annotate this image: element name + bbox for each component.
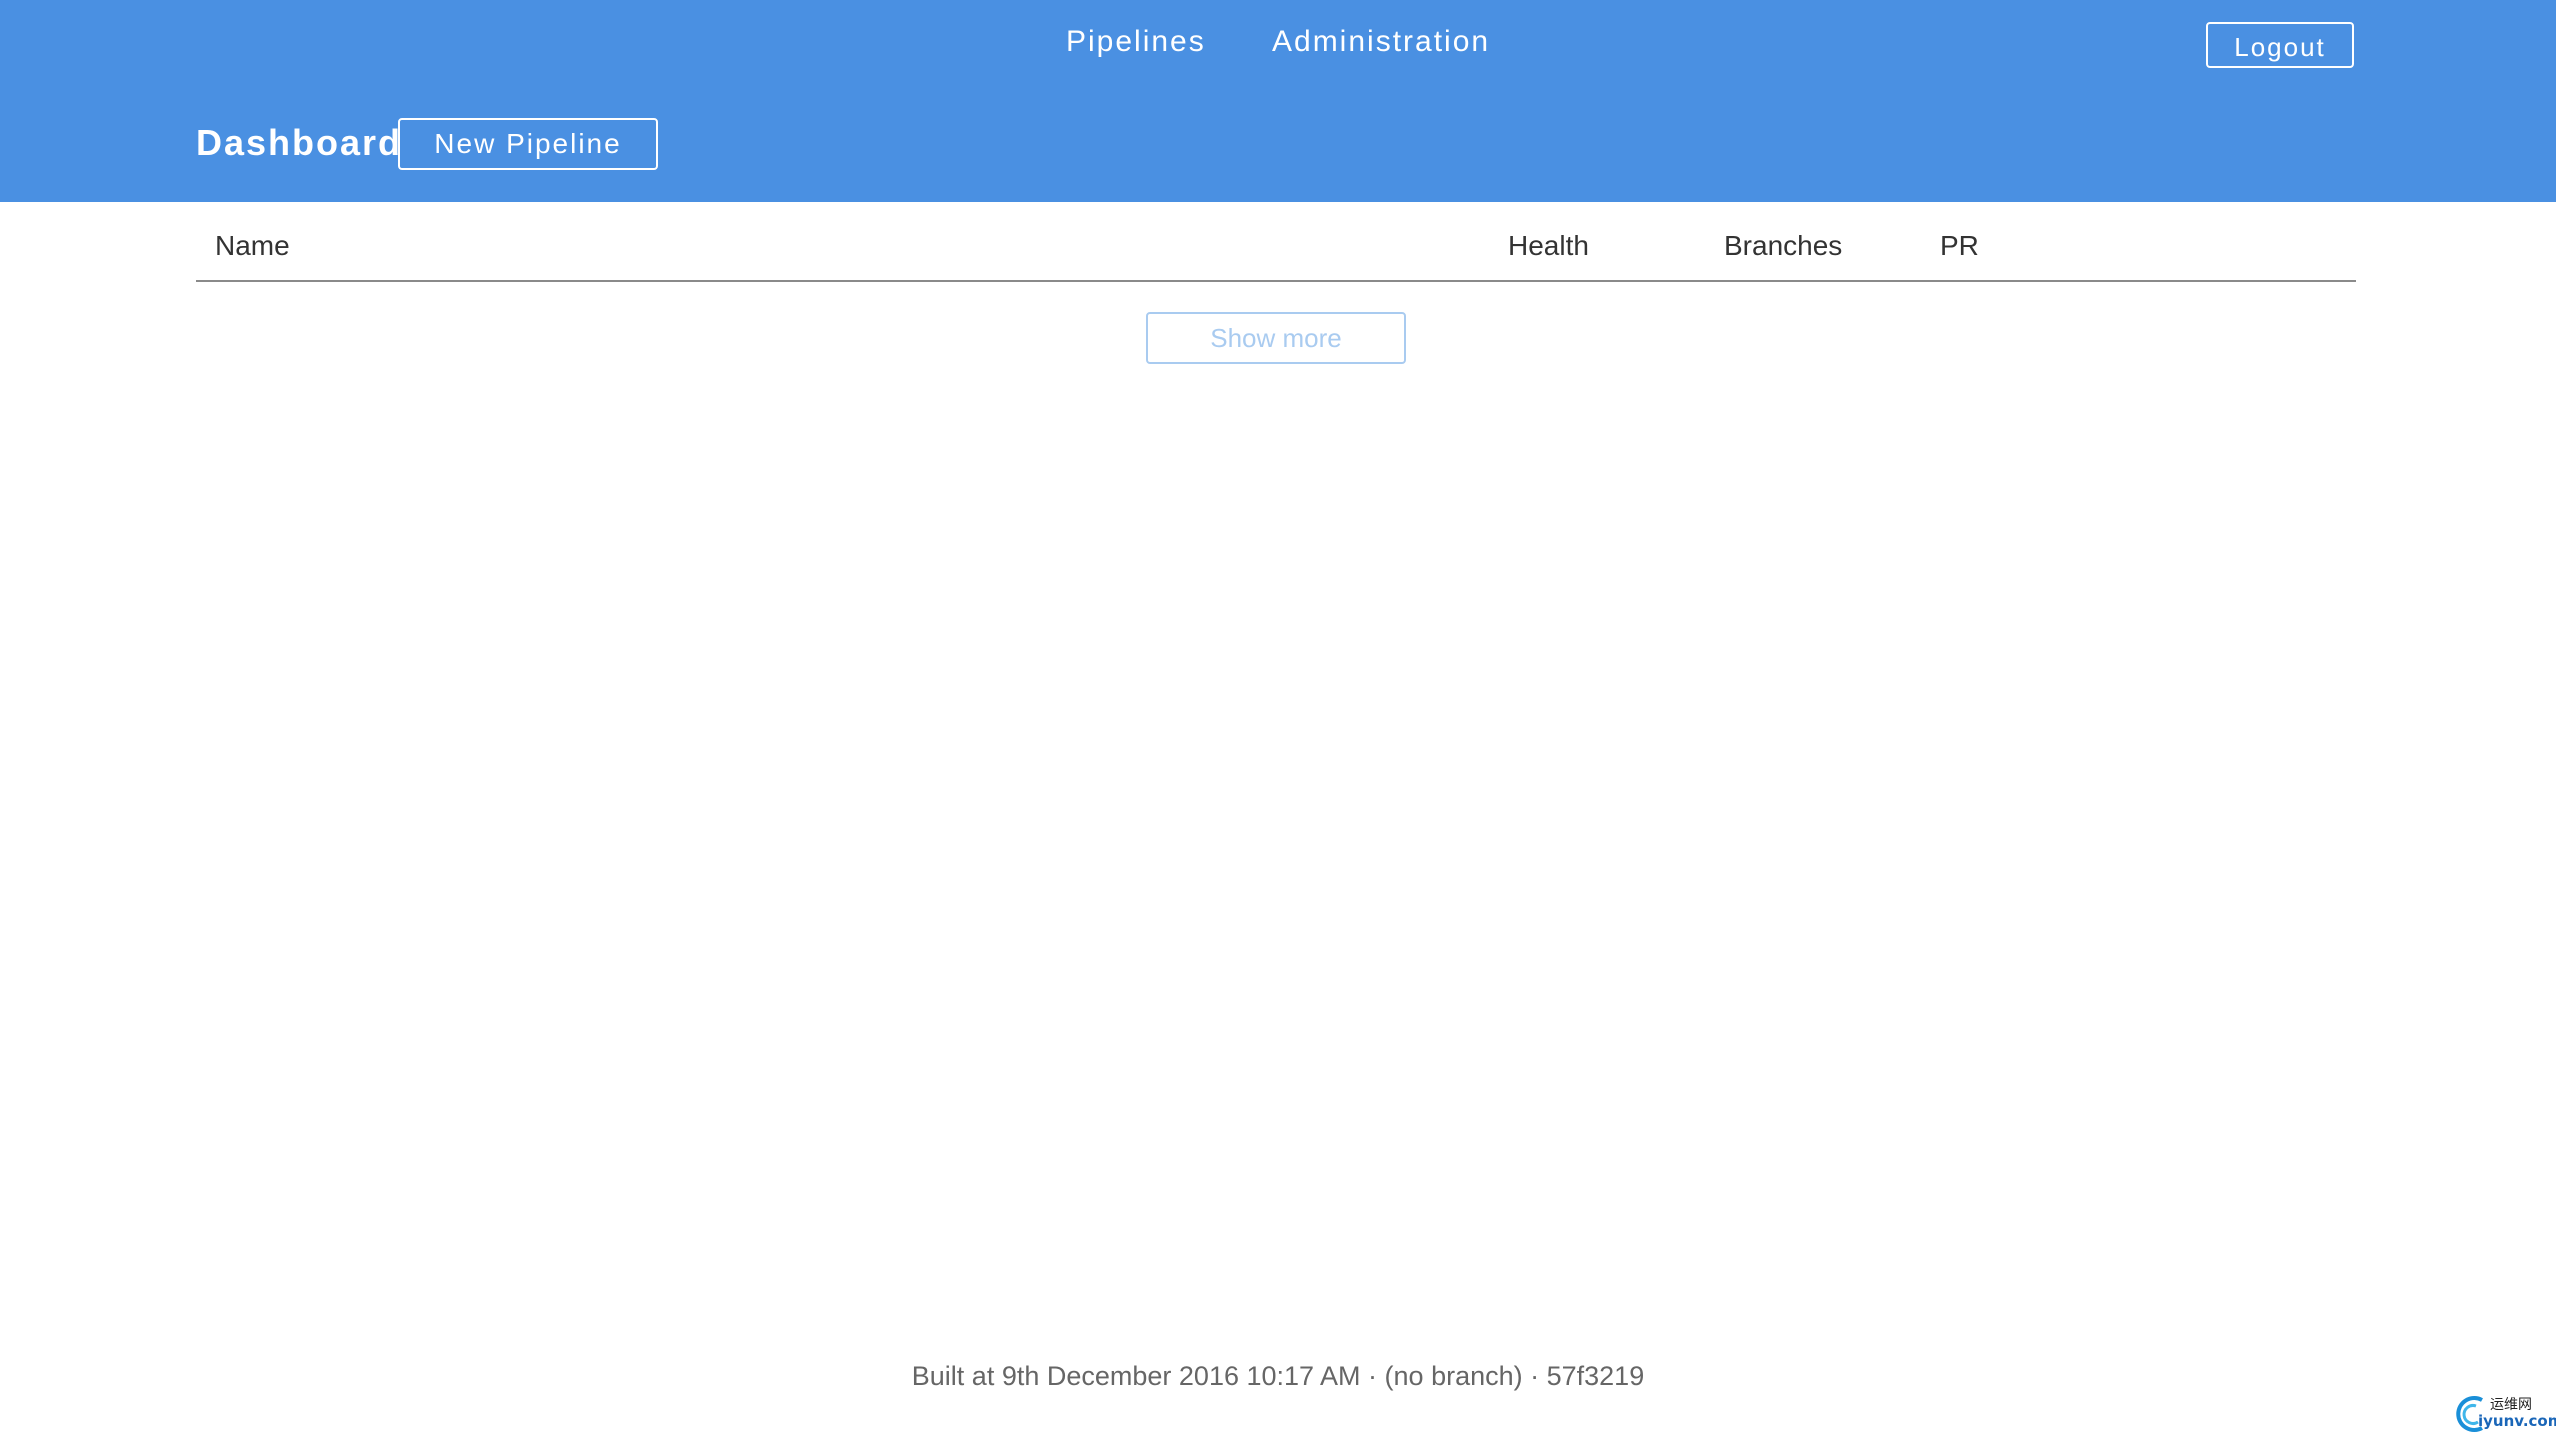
watermark-text-domain: iyunv.com	[2478, 1412, 2556, 1430]
watermark-text-cn: 运维网	[2490, 1397, 2532, 1413]
column-header-health[interactable]: Health	[1508, 226, 1589, 266]
top-navigation: Pipelines Administration	[0, 22, 2556, 62]
column-header-branches[interactable]: Branches	[1724, 226, 1842, 266]
nav-link-pipelines[interactable]: Pipelines	[1066, 22, 1206, 62]
show-more-button[interactable]: Show more	[1146, 312, 1406, 364]
app-header: Pipelines Administration Logout Dashboar…	[0, 0, 2556, 202]
column-header-name[interactable]: Name	[215, 226, 290, 266]
page-title: Dashboard	[196, 122, 403, 163]
new-pipeline-button[interactable]: New Pipeline	[398, 118, 658, 170]
watermark-logo: 运维网 iyunv.com	[2452, 1390, 2556, 1436]
column-header-pr[interactable]: PR	[1940, 226, 1979, 266]
page: Pipelines Administration Logout Dashboar…	[0, 0, 2556, 1440]
build-info-footer: Built at 9th December 2016 10:17 AM · (n…	[911, 1361, 1645, 1391]
logout-button[interactable]: Logout	[2206, 22, 2354, 68]
pipelines-table-header: Name Health Branches PR	[196, 222, 2356, 282]
nav-link-administration[interactable]: Administration	[1272, 22, 1490, 62]
